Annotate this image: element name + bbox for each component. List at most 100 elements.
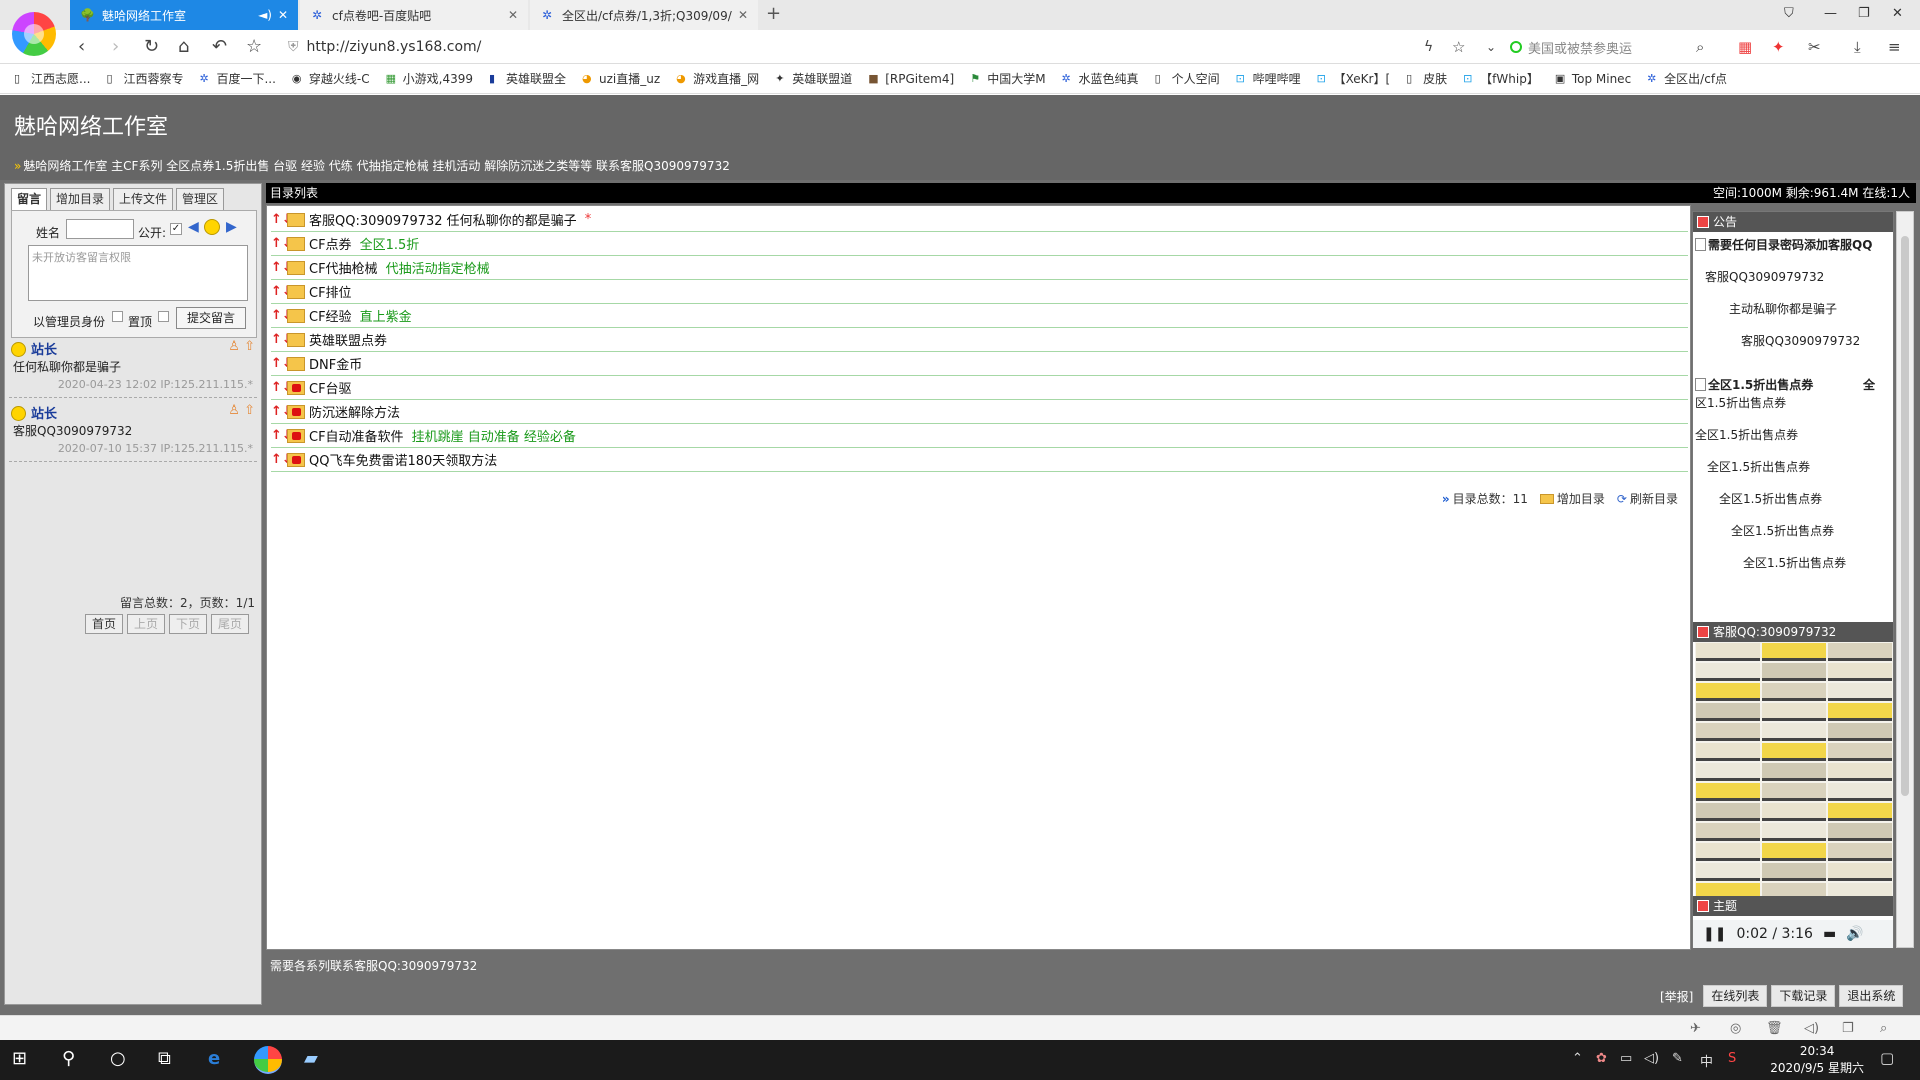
bookmark-item[interactable]: ⊡ 哔哩哔哩 bbox=[1236, 70, 1301, 87]
directory-row[interactable]: ↑↓ CF排位 bbox=[271, 280, 1688, 304]
tab-messages[interactable]: 留言 bbox=[11, 188, 48, 210]
directory-name[interactable]: CF代抽枪械 bbox=[309, 258, 378, 277]
directory-row[interactable]: ↑↓ 防沉迷解除方法 bbox=[271, 400, 1688, 424]
sort-icon[interactable]: ↑↓ bbox=[271, 259, 293, 277]
admin-checkbox[interactable] bbox=[112, 311, 123, 322]
windows-start-icon[interactable]: ⊞ bbox=[12, 1048, 27, 1069]
notification-icon[interactable]: ▢ bbox=[1880, 1049, 1894, 1067]
tab-search[interactable]: ✲ 全区出/cf点券/1,3折;Q309/09/ ✕ bbox=[530, 0, 758, 30]
next-smiley-icon[interactable]: ▶ bbox=[226, 219, 237, 235]
download-records-button[interactable]: 下载记录 bbox=[1771, 985, 1836, 1007]
bookmark-item[interactable]: ✦ 英雄联盟道 bbox=[775, 70, 852, 87]
directory-row[interactable]: ↑↓ DNF金币 bbox=[271, 352, 1688, 376]
directory-name[interactable]: 客服QQ:3090979732 任何私聊你的都是骗子 bbox=[309, 210, 577, 229]
directory-row[interactable]: ↑↓ 英雄联盟点券 bbox=[271, 328, 1688, 352]
search-input[interactable]: 美国或被禁参奥运 bbox=[1510, 36, 1710, 58]
sogou-icon[interactable]: S bbox=[1728, 1051, 1736, 1066]
pin-top-icon[interactable]: ⇧ bbox=[244, 403, 255, 418]
trash-icon[interactable]: 🗑 bbox=[1766, 1021, 1783, 1036]
tab-tieba[interactable]: ✲ cf点卷吧-百度贴吧 ✕ bbox=[300, 0, 528, 30]
refresh-directory-button[interactable]: ⟳ 刷新目录 bbox=[1617, 490, 1678, 507]
browser-taskbar-icon[interactable] bbox=[254, 1046, 282, 1074]
volume-icon[interactable]: 🔊 bbox=[1846, 926, 1863, 942]
forward-icon[interactable]: › bbox=[112, 36, 119, 57]
restore-icon[interactable]: ❐ bbox=[1858, 6, 1870, 21]
pin-top-icon[interactable]: ⇧ bbox=[244, 339, 255, 354]
network-icon[interactable]: ▭ bbox=[1620, 1051, 1632, 1066]
directory-name[interactable]: CF排位 bbox=[309, 282, 352, 301]
window-icon[interactable]: ❐ bbox=[1842, 1021, 1854, 1036]
directory-name[interactable]: DNF金币 bbox=[309, 354, 362, 373]
bookmark-item[interactable]: ◕ 游戏直播_网 bbox=[676, 70, 759, 87]
last-page-button[interactable]: 尾页 bbox=[211, 614, 249, 634]
bookmark-item[interactable]: ▯ 皮肤 bbox=[1406, 70, 1447, 87]
bookmark-item[interactable]: ◉ 穿越火线-C bbox=[292, 70, 370, 87]
directory-name[interactable]: CF台驱 bbox=[309, 378, 352, 397]
shirt-icon[interactable]: ⛉ bbox=[1784, 6, 1794, 21]
close-window-icon[interactable]: ✕ bbox=[1892, 6, 1903, 21]
undo-icon[interactable]: ↶ bbox=[212, 36, 227, 57]
submit-message-button[interactable]: 提交留言 bbox=[176, 307, 246, 329]
sort-icon[interactable]: ↑↓ bbox=[271, 211, 293, 229]
search-icon[interactable]: ⌕ bbox=[1696, 38, 1704, 56]
bookmark-item[interactable]: ▯ 个人空间 bbox=[1155, 70, 1220, 87]
bookmark-item[interactable]: ✲ 百度一下... bbox=[199, 70, 275, 87]
report-link[interactable]: [举报] bbox=[1660, 988, 1693, 1005]
apps-icon[interactable]: ▦ bbox=[1738, 38, 1752, 56]
browser-logo-icon[interactable] bbox=[12, 12, 56, 56]
bookmark-item[interactable]: ▯ 江西志愿... bbox=[14, 70, 90, 87]
clock[interactable]: 20:34 2020/9/5 星期六 bbox=[1770, 1043, 1864, 1077]
directory-row[interactable]: ↑↓ CF台驱 bbox=[271, 376, 1688, 400]
home-icon[interactable]: ⌂ bbox=[178, 36, 189, 57]
message-textarea[interactable]: 未开放访客留言权限 bbox=[28, 245, 248, 301]
tab-add-directory[interactable]: 增加目录 bbox=[50, 188, 111, 210]
sound-icon[interactable]: ◁) bbox=[1804, 1021, 1819, 1036]
address-bar[interactable]: ⛨ http://ziyun8.ys168.com/ bbox=[288, 34, 1508, 60]
pin-checkbox[interactable] bbox=[158, 311, 169, 322]
new-tab-button[interactable]: + bbox=[766, 3, 781, 24]
directory-name[interactable]: 防沉迷解除方法 bbox=[309, 402, 400, 421]
favorite-star-icon[interactable]: ☆ bbox=[1452, 38, 1465, 56]
task-view-icon[interactable]: ⧉ bbox=[158, 1048, 171, 1069]
logout-button[interactable]: 退出系统 bbox=[1839, 985, 1904, 1007]
prev-page-button[interactable]: 上页 bbox=[127, 614, 165, 634]
edge-icon[interactable]: e bbox=[208, 1048, 220, 1069]
speaker-icon[interactable]: ◄) bbox=[258, 8, 272, 22]
tab-upload-file[interactable]: 上传文件 bbox=[113, 188, 174, 210]
prev-smiley-icon[interactable]: ◀ bbox=[188, 219, 199, 235]
directory-row[interactable]: ↑↓ CF经验 直上紫金 bbox=[271, 304, 1688, 328]
sort-icon[interactable]: ↑↓ bbox=[271, 451, 293, 469]
bookmark-item[interactable]: ✲ 全区出/cf点 bbox=[1647, 70, 1727, 87]
pen-icon[interactable]: ✎ bbox=[1672, 1051, 1683, 1066]
directory-name[interactable]: CF自动准备软件 bbox=[309, 426, 404, 445]
zoom-icon[interactable]: ⌕ bbox=[1880, 1021, 1887, 1036]
download-icon[interactable]: ⤓ bbox=[1854, 38, 1861, 56]
game-icon[interactable]: ✦ bbox=[1772, 38, 1785, 56]
plane-icon[interactable]: ✈ bbox=[1690, 1021, 1701, 1036]
bookmark-item[interactable]: ■ [RPGitem4] bbox=[868, 72, 954, 86]
directory-row[interactable]: ↑↓ QQ飞车免费雷诺180天领取方法 bbox=[271, 448, 1688, 472]
bookmark-item[interactable]: ⚑ 中国大学M bbox=[970, 70, 1045, 87]
directory-name[interactable]: CF经验 bbox=[309, 306, 352, 325]
ime-indicator[interactable]: 中 bbox=[1700, 1051, 1713, 1070]
online-list-button[interactable]: 在线列表 bbox=[1703, 985, 1768, 1007]
scissors-icon[interactable]: ✂ bbox=[1808, 38, 1821, 56]
back-icon[interactable]: ‹ bbox=[78, 36, 85, 57]
bookmark-item[interactable]: ▯ 江西蓉察专 bbox=[106, 70, 183, 87]
directory-name[interactable]: 英雄联盟点券 bbox=[309, 330, 387, 349]
close-tab-icon[interactable]: ✕ bbox=[508, 8, 518, 22]
next-page-button[interactable]: 下页 bbox=[169, 614, 207, 634]
bookmark-item[interactable]: ▣ Top Minec bbox=[1555, 72, 1631, 86]
bookmark-item[interactable]: ▮ 英雄联盟全 bbox=[489, 70, 566, 87]
lightning-icon[interactable]: ϟ bbox=[1424, 39, 1433, 55]
user-icon[interactable]: ♙ bbox=[228, 403, 240, 418]
search-icon[interactable]: ⚲ bbox=[62, 1048, 75, 1069]
accelerate-icon[interactable]: ◎ bbox=[1730, 1021, 1741, 1036]
menu-icon[interactable]: ≡ bbox=[1888, 38, 1901, 56]
bookmark-item[interactable]: ⊡ 【fWhip】 bbox=[1463, 70, 1539, 87]
star-icon[interactable]: ☆ bbox=[246, 36, 262, 57]
sort-icon[interactable]: ↑↓ bbox=[271, 307, 293, 325]
minimize-icon[interactable]: — bbox=[1824, 6, 1837, 21]
directory-row[interactable]: ↑↓ CF代抽枪械 代抽活动指定枪械 bbox=[271, 256, 1688, 280]
sort-icon[interactable]: ↑↓ bbox=[271, 355, 293, 373]
